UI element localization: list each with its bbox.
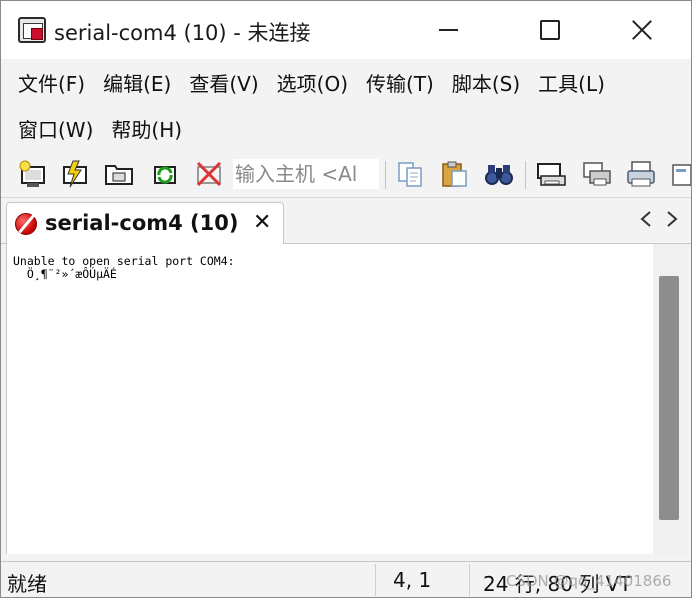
paste-icon <box>442 161 467 187</box>
menu-view[interactable]: 查看(V) <box>180 68 267 97</box>
minimize-button[interactable] <box>425 9 471 51</box>
printer-button[interactable] <box>625 159 657 189</box>
tab-scroll-right-icon[interactable] <box>665 210 679 228</box>
menu-script[interactable]: 脚本(S) <box>443 68 529 97</box>
terminal-line: Unable to open serial port COM4: <box>13 254 235 268</box>
menu-row-1: 文件(F) 编辑(E) 查看(V) 选项(O) 传输(T) 脚本(S) 工具(L… <box>1 60 614 104</box>
scrollbar-thumb[interactable] <box>659 276 679 520</box>
maximize-button[interactable] <box>527 9 573 51</box>
menu-transfer[interactable]: 传输(T) <box>357 68 443 97</box>
print-button[interactable] <box>535 159 567 189</box>
toolbar <box>1 151 691 198</box>
printer-icon <box>627 161 655 187</box>
menu-edit[interactable]: 编辑(E) <box>94 68 180 97</box>
copy-button[interactable] <box>395 159 427 189</box>
connect-button[interactable] <box>17 159 49 189</box>
session-tab[interactable]: serial-com4 (10) ✕ <box>6 202 284 244</box>
connect-in-tab-button[interactable] <box>103 159 135 189</box>
terminal-area[interactable]: Unable to open serial port COM4: Ö¸¶¨²»´… <box>6 244 653 554</box>
menu-help[interactable]: 帮助(H) <box>102 114 191 143</box>
reconnect-button[interactable] <box>149 159 181 189</box>
menu-row-2: 窗口(W) 帮助(H) <box>1 106 191 150</box>
menu-options[interactable]: 选项(O) <box>268 68 357 97</box>
reconnect-icon <box>154 166 176 184</box>
tab-label: serial-com4 (10) <box>45 211 239 235</box>
tab-scroll-left-icon[interactable] <box>639 210 653 228</box>
find-button[interactable] <box>483 159 515 189</box>
disconnect-icon <box>196 161 222 187</box>
tab-close-button[interactable]: ✕ <box>253 210 271 235</box>
menu-file[interactable]: 文件(F) <box>1 68 94 97</box>
maximize-icon <box>540 20 560 40</box>
host-input[interactable] <box>233 159 379 189</box>
connect-icon <box>19 160 45 187</box>
options-button[interactable] <box>671 159 691 189</box>
app-icon[interactable] <box>18 17 46 43</box>
print-setup-button[interactable] <box>581 159 613 189</box>
print-setup-icon <box>583 162 611 186</box>
title-bar[interactable]: serial-com4 (10) - 未连接 <box>1 1 691 59</box>
menu-window[interactable]: 窗口(W) <box>1 114 102 143</box>
find-icon <box>485 165 513 185</box>
copy-icon <box>398 162 422 187</box>
disconnect-button[interactable] <box>193 159 225 189</box>
status-cursor-position: 4, 1 <box>393 568 432 592</box>
connect-in-tab-icon <box>105 165 133 185</box>
quick-connect-button[interactable] <box>59 159 91 189</box>
close-window-button[interactable] <box>619 9 665 51</box>
menu-tools[interactable]: 工具(L) <box>529 68 614 97</box>
print-icon <box>537 163 566 186</box>
app-window: serial-com4 (10) - 未连接 文件(F) 编辑(E) 查看(V)… <box>0 0 692 598</box>
minimize-icon <box>438 29 458 31</box>
quick-connect-icon <box>63 160 87 188</box>
close-icon <box>631 19 653 41</box>
options-icon <box>672 164 691 186</box>
tab-bar: serial-com4 (10) ✕ <box>1 198 691 244</box>
status-ready: 就绪 <box>7 572 47 596</box>
terminal-line: Ö¸¶¨²»´æÔÚµÄÉ <box>13 267 117 281</box>
watermark: CSDN @qq_41401866 <box>506 572 672 590</box>
vertical-scrollbar[interactable] <box>653 244 687 554</box>
disconnected-icon <box>15 213 37 235</box>
window-title: serial-com4 (10) - 未连接 <box>54 21 311 45</box>
paste-button[interactable] <box>439 159 471 189</box>
menu-bar: 文件(F) 编辑(E) 查看(V) 选项(O) 传输(T) 脚本(S) 工具(L… <box>1 59 691 151</box>
